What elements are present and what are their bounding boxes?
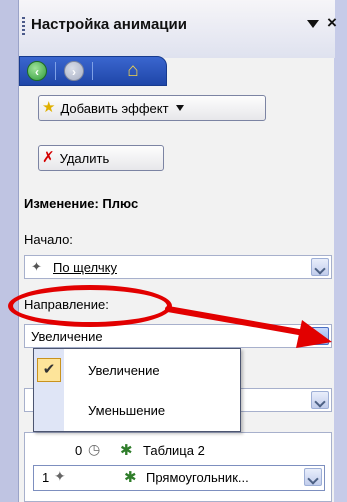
annotation-arrow bbox=[165, 306, 332, 348]
